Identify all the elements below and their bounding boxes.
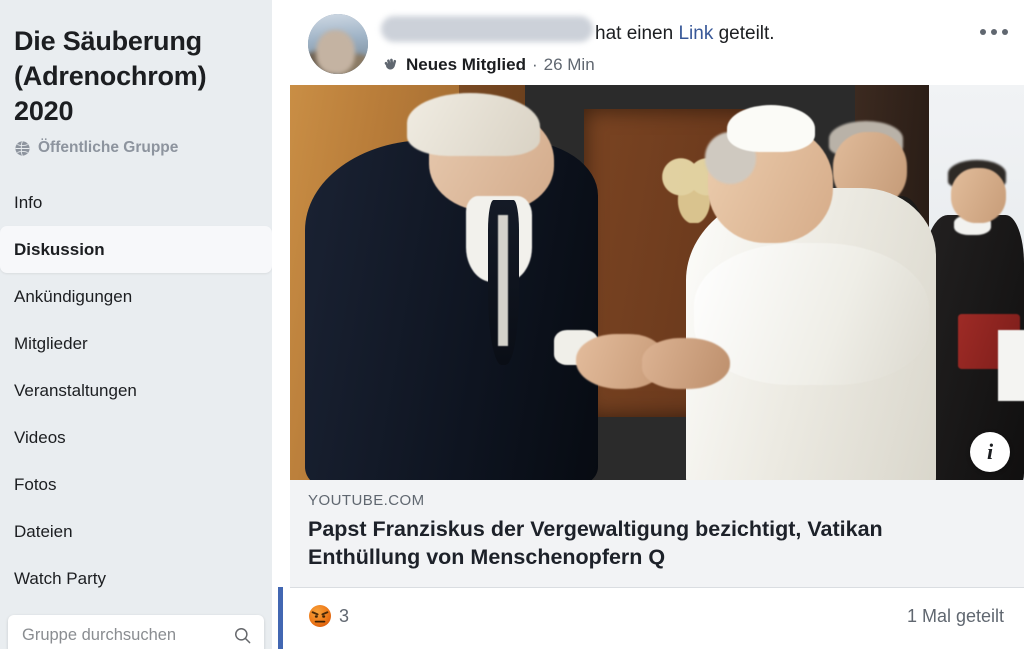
meta-separator: · xyxy=(531,55,538,74)
content-accent-bar xyxy=(278,587,283,649)
facebook-group-page: Die Säuberung (Adrenochrom) 2020 Öffentl… xyxy=(0,0,1024,649)
sidebar-item-watch-party[interactable]: Watch Party xyxy=(0,555,272,602)
sidebar-item-label: Info xyxy=(14,192,43,212)
sidebar-item-label: Fotos xyxy=(14,474,57,494)
sidebar-item-ankuendigungen[interactable]: Ankündigungen xyxy=(0,273,272,320)
sidebar-item-dateien[interactable]: Dateien xyxy=(0,508,272,555)
feed-content: hat einen Link geteilt. Neues Mitglied ·… xyxy=(272,0,1024,649)
group-search-placeholder: Gruppe durchsuchen xyxy=(22,625,177,644)
post-photo[interactable]: i xyxy=(290,85,1024,480)
more-options-icon[interactable] xyxy=(974,12,1014,52)
member-badge-label: Neues Mitglied xyxy=(406,55,526,74)
author-name-redacted xyxy=(381,16,593,42)
link-domain: YOUTUBE.COM xyxy=(308,492,425,509)
sidebar-item-videos[interactable]: Videos xyxy=(0,414,272,461)
sidebar-item-diskussion[interactable]: Diskussion xyxy=(0,226,272,273)
sidebar-item-veranstaltungen[interactable]: Veranstaltungen xyxy=(0,367,272,414)
sidebar-nav: Info Diskussion Ankündigungen Mitglieder… xyxy=(0,179,272,602)
sidebar-item-label: Mitglieder xyxy=(14,333,88,353)
shared-link-label[interactable]: Link xyxy=(678,23,713,44)
search-icon[interactable] xyxy=(233,626,252,645)
group-title: Die Säuberung (Adrenochrom) 2020 xyxy=(14,26,207,126)
post-header: hat einen Link geteilt. Neues Mitglied ·… xyxy=(290,0,1024,85)
group-privacy-label: Öffentliche Gruppe xyxy=(0,129,272,157)
author-avatar[interactable] xyxy=(308,14,368,74)
sidebar-item-label: Dateien xyxy=(14,521,73,541)
reactions-bar: 3 1 Mal geteilt xyxy=(290,588,1024,644)
waving-hand-icon xyxy=(384,58,397,70)
post-byline-block: hat einen Link geteilt. Neues Mitglied ·… xyxy=(381,16,1024,75)
share-count[interactable]: 1 Mal geteilt xyxy=(907,606,1004,627)
sidebar-item-label: Diskussion xyxy=(14,239,105,259)
sidebar-item-fotos[interactable]: Fotos xyxy=(0,461,272,508)
sidebar-item-mitglieder[interactable]: Mitglieder xyxy=(0,320,272,367)
group-privacy-text: Öffentliche Gruppe xyxy=(38,139,179,156)
reaction-summary[interactable]: 3 xyxy=(308,604,349,628)
byline-text-after: geteilt. xyxy=(718,23,775,44)
sidebar-item-label: Watch Party xyxy=(14,568,106,588)
post-card: hat einen Link geteilt. Neues Mitglied ·… xyxy=(290,0,1024,649)
group-sidebar: Die Säuberung (Adrenochrom) 2020 Öffentl… xyxy=(0,0,272,649)
group-search-box[interactable]: Gruppe durchsuchen xyxy=(8,615,264,649)
sidebar-item-label: Videos xyxy=(14,427,66,447)
post-timestamp[interactable]: 26 Min xyxy=(544,55,595,75)
globe-icon xyxy=(15,140,30,156)
angry-reaction-icon xyxy=(309,605,331,627)
post-meta-row: Neues Mitglied · 26 Min xyxy=(381,55,1024,75)
reaction-count: 3 xyxy=(339,605,350,626)
sidebar-item-label: Veranstaltungen xyxy=(14,380,137,400)
sidebar-item-info[interactable]: Info xyxy=(0,179,272,226)
sidebar-item-label: Ankündigungen xyxy=(14,286,133,306)
byline-text-before: hat einen xyxy=(595,23,674,44)
post-byline: hat einen Link geteilt. xyxy=(381,16,1024,46)
link-preview-card[interactable]: YOUTUBE.COM Papst Franziskus der Vergewa… xyxy=(290,480,1024,588)
photo-info-icon[interactable]: i xyxy=(970,432,1010,472)
link-title: Papst Franziskus der Vergewaltigung bezi… xyxy=(308,517,883,569)
